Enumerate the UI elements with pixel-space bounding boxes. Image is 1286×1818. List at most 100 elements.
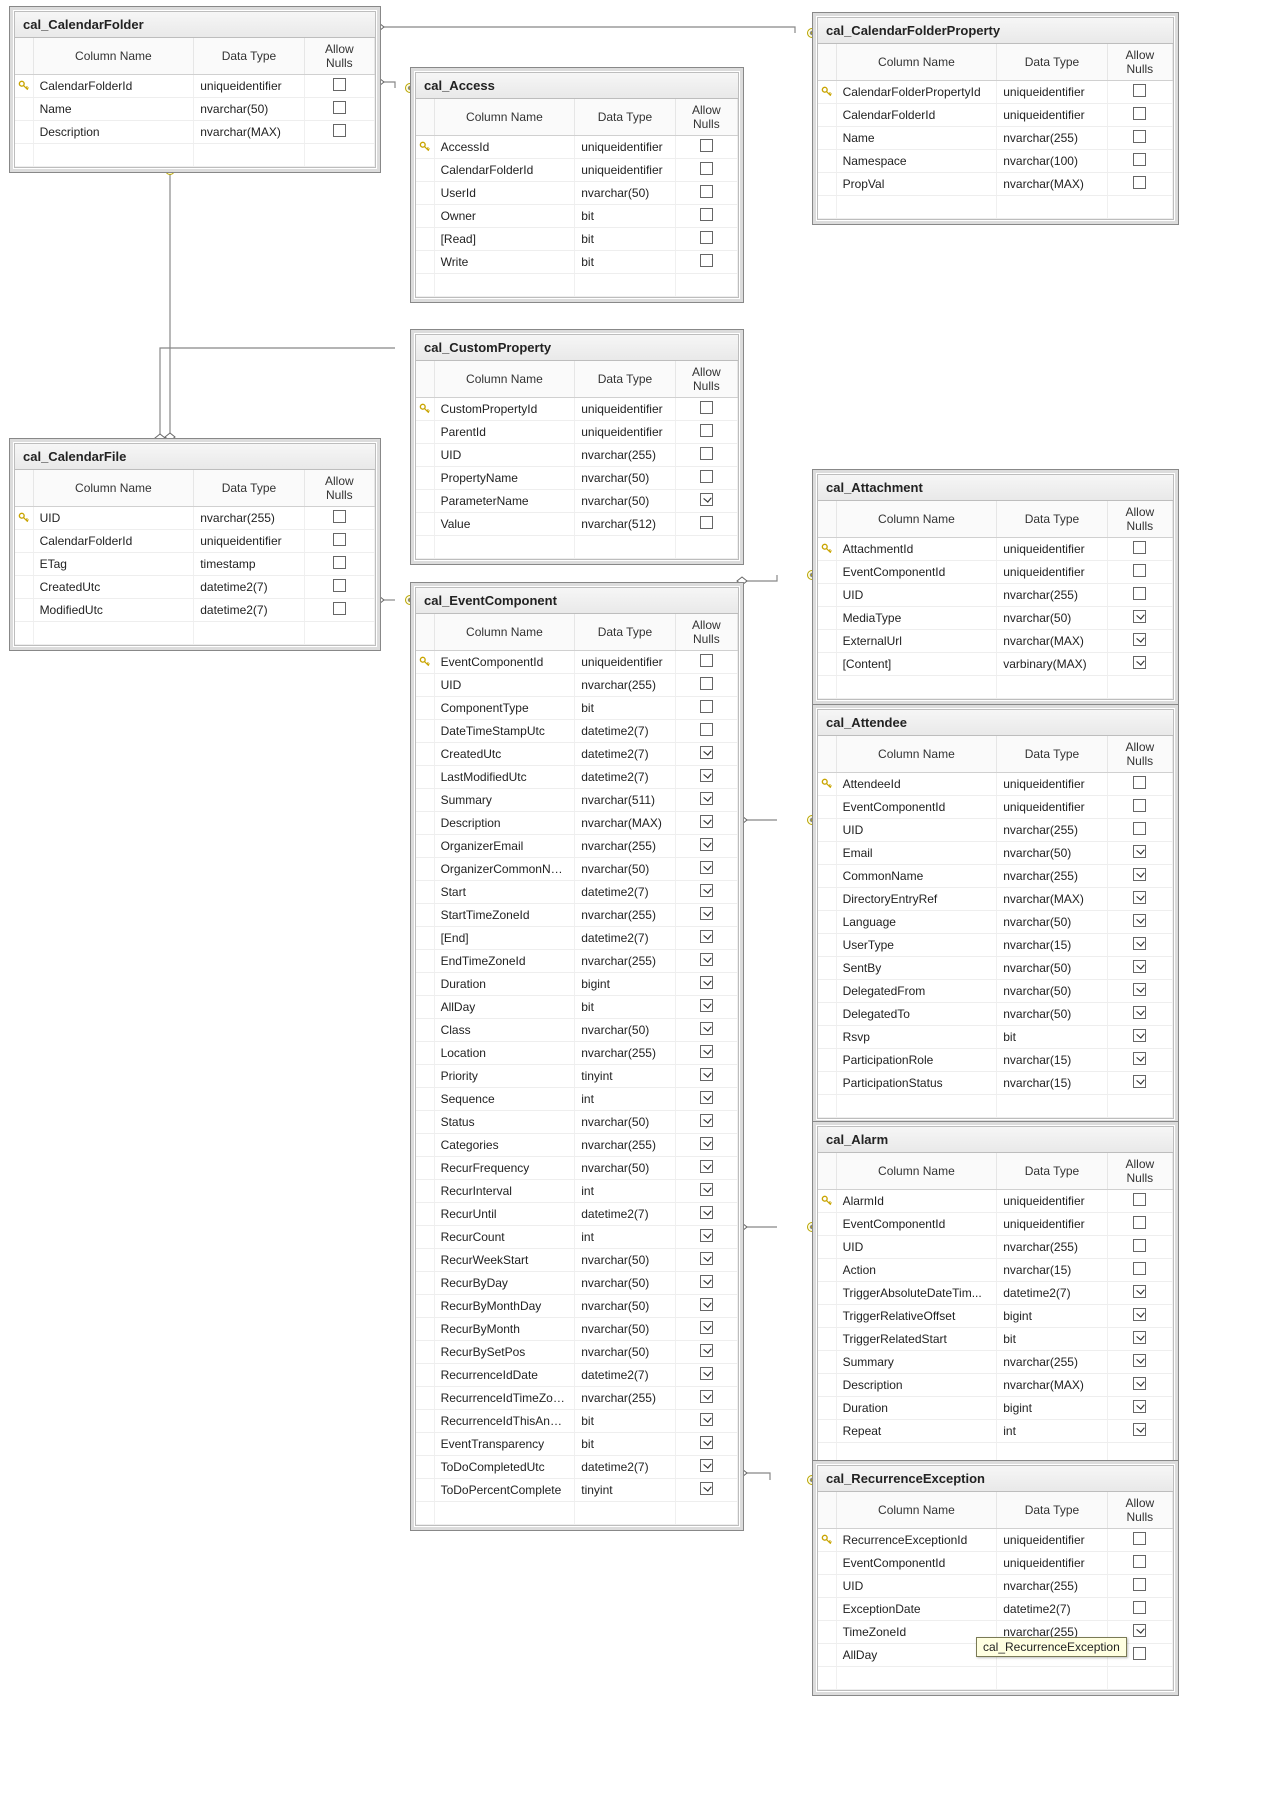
allow-nulls-checkbox[interactable] — [1133, 983, 1146, 996]
allow-nulls-checkbox[interactable] — [1133, 1555, 1146, 1568]
table-row[interactable]: Languagenvarchar(50) — [818, 911, 1173, 934]
table-row[interactable]: CalendarFolderIduniqueidentifier — [15, 75, 375, 98]
table-recurex[interactable]: cal_RecurrenceExceptionColumn NameData T… — [812, 1460, 1179, 1696]
allow-nulls-checkbox[interactable] — [700, 953, 713, 966]
table-row[interactable]: Startdatetime2(7) — [416, 881, 738, 904]
allow-nulls-checkbox[interactable] — [1133, 1532, 1146, 1545]
allow-nulls-checkbox[interactable] — [700, 700, 713, 713]
allow-nulls-checkbox[interactable] — [700, 1482, 713, 1495]
table-row[interactable]: Sequenceint — [416, 1088, 738, 1111]
table-row[interactable]: EndTimeZoneIdnvarchar(255) — [416, 950, 738, 973]
table-row[interactable]: CalendarFolderPropertyIduniqueidentifier — [818, 81, 1173, 104]
allow-nulls-checkbox[interactable] — [700, 493, 713, 506]
allow-nulls-checkbox[interactable] — [700, 861, 713, 874]
allow-nulls-checkbox[interactable] — [333, 579, 346, 592]
allow-nulls-checkbox[interactable] — [1133, 1006, 1146, 1019]
table-row[interactable]: Rsvpbit — [818, 1026, 1173, 1049]
table-row[interactable]: CommonNamenvarchar(255) — [818, 865, 1173, 888]
table-row[interactable] — [818, 1667, 1173, 1690]
table-row[interactable]: RecurrenceIdDatedatetime2(7) — [416, 1364, 738, 1387]
allow-nulls-checkbox[interactable] — [1133, 1647, 1146, 1660]
allow-nulls-checkbox[interactable] — [700, 723, 713, 736]
allow-nulls-checkbox[interactable] — [1133, 891, 1146, 904]
table-row[interactable]: EventComponentIduniqueidentifier — [818, 561, 1173, 584]
allow-nulls-checkbox[interactable] — [700, 1275, 713, 1288]
allow-nulls-checkbox[interactable] — [333, 533, 346, 546]
table-row[interactable]: Classnvarchar(50) — [416, 1019, 738, 1042]
allow-nulls-checkbox[interactable] — [1133, 84, 1146, 97]
allow-nulls-checkbox[interactable] — [1133, 1423, 1146, 1436]
allow-nulls-checkbox[interactable] — [700, 208, 713, 221]
allow-nulls-checkbox[interactable] — [700, 1344, 713, 1357]
table-row[interactable]: Summarynvarchar(255) — [818, 1351, 1173, 1374]
table-row[interactable]: ExternalUrlnvarchar(MAX) — [818, 630, 1173, 653]
allow-nulls-checkbox[interactable] — [700, 999, 713, 1012]
allow-nulls-checkbox[interactable] — [333, 101, 346, 114]
table-row[interactable]: ComponentTypebit — [416, 697, 738, 720]
table-title[interactable]: cal_RecurrenceException — [818, 1466, 1173, 1492]
allow-nulls-checkbox[interactable] — [700, 1091, 713, 1104]
table-row[interactable] — [818, 676, 1173, 699]
table-row[interactable]: CalendarFolderIduniqueidentifier — [15, 530, 375, 553]
table-row[interactable]: CreatedUtcdatetime2(7) — [15, 576, 375, 599]
table-row[interactable]: TriggerAbsoluteDateTim...datetime2(7) — [818, 1282, 1173, 1305]
table-row[interactable]: PropValnvarchar(MAX) — [818, 173, 1173, 196]
table-title[interactable]: cal_Attachment — [818, 475, 1173, 501]
allow-nulls-checkbox[interactable] — [1133, 1308, 1146, 1321]
table-row[interactable]: EventComponentIduniqueidentifier — [818, 1552, 1173, 1575]
allow-nulls-checkbox[interactable] — [700, 1436, 713, 1449]
table-row[interactable]: ModifiedUtcdatetime2(7) — [15, 599, 375, 622]
allow-nulls-checkbox[interactable] — [700, 1068, 713, 1081]
allow-nulls-checkbox[interactable] — [1133, 1052, 1146, 1065]
table-row[interactable]: EventComponentIduniqueidentifier — [818, 796, 1173, 819]
allow-nulls-checkbox[interactable] — [1133, 1601, 1146, 1614]
table-row[interactable] — [416, 274, 738, 297]
allow-nulls-checkbox[interactable] — [700, 447, 713, 460]
allow-nulls-checkbox[interactable] — [700, 1390, 713, 1403]
table-eventcomp[interactable]: cal_EventComponentColumn NameData TypeAl… — [410, 582, 744, 1531]
table-row[interactable]: Repeatint — [818, 1420, 1173, 1443]
table-row[interactable]: SentBynvarchar(50) — [818, 957, 1173, 980]
allow-nulls-checkbox[interactable] — [1133, 107, 1146, 120]
allow-nulls-checkbox[interactable] — [1133, 799, 1146, 812]
allow-nulls-checkbox[interactable] — [700, 792, 713, 805]
table-row[interactable]: RecurWeekStartnvarchar(50) — [416, 1249, 738, 1272]
allow-nulls-checkbox[interactable] — [700, 1114, 713, 1127]
allow-nulls-checkbox[interactable] — [700, 1022, 713, 1035]
table-row[interactable]: CalendarFolderIduniqueidentifier — [818, 104, 1173, 127]
table-row[interactable]: DirectoryEntryRefnvarchar(MAX) — [818, 888, 1173, 911]
allow-nulls-checkbox[interactable] — [1133, 822, 1146, 835]
table-row[interactable]: AttachmentIduniqueidentifier — [818, 538, 1173, 561]
table-row[interactable]: Descriptionnvarchar(MAX) — [15, 121, 375, 144]
table-row[interactable]: ParameterNamenvarchar(50) — [416, 490, 738, 513]
allow-nulls-checkbox[interactable] — [1133, 845, 1146, 858]
table-row[interactable]: UIDnvarchar(255) — [818, 819, 1173, 842]
table-title[interactable]: cal_Access — [416, 73, 738, 99]
allow-nulls-checkbox[interactable] — [700, 838, 713, 851]
table-row[interactable]: Ownerbit — [416, 205, 738, 228]
table-row[interactable]: UIDnvarchar(255) — [416, 674, 738, 697]
table-row[interactable]: UIDnvarchar(255) — [818, 584, 1173, 607]
table-row[interactable]: UIDnvarchar(255) — [818, 1575, 1173, 1598]
table-row[interactable]: Namenvarchar(50) — [15, 98, 375, 121]
table-title[interactable]: cal_CalendarFolder — [15, 12, 375, 38]
table-row[interactable]: RecurByMonthDaynvarchar(50) — [416, 1295, 738, 1318]
allow-nulls-checkbox[interactable] — [333, 124, 346, 137]
table-row[interactable] — [15, 622, 375, 645]
table-row[interactable]: Locationnvarchar(255) — [416, 1042, 738, 1065]
allow-nulls-checkbox[interactable] — [700, 185, 713, 198]
table-row[interactable]: RecurrenceExceptionIduniqueidentifier — [818, 1529, 1173, 1552]
table-row[interactable]: RecurrenceIdThisAndFut...bit — [416, 1410, 738, 1433]
table-row[interactable]: Emailnvarchar(50) — [818, 842, 1173, 865]
allow-nulls-checkbox[interactable] — [700, 401, 713, 414]
allow-nulls-checkbox[interactable] — [700, 254, 713, 267]
table-row[interactable]: AllDaybit — [416, 996, 738, 1019]
table-row[interactable]: UIDnvarchar(255) — [818, 1236, 1173, 1259]
table-row[interactable]: RecurUntildatetime2(7) — [416, 1203, 738, 1226]
table-row[interactable]: ParentIduniqueidentifier — [416, 421, 738, 444]
allow-nulls-checkbox[interactable] — [1133, 1624, 1146, 1637]
table-row[interactable]: UserTypenvarchar(15) — [818, 934, 1173, 957]
table-customprop[interactable]: cal_CustomPropertyColumn NameData TypeAl… — [410, 329, 744, 565]
table-title[interactable]: cal_CalendarFolderProperty — [818, 18, 1173, 44]
allow-nulls-checkbox[interactable] — [700, 677, 713, 690]
